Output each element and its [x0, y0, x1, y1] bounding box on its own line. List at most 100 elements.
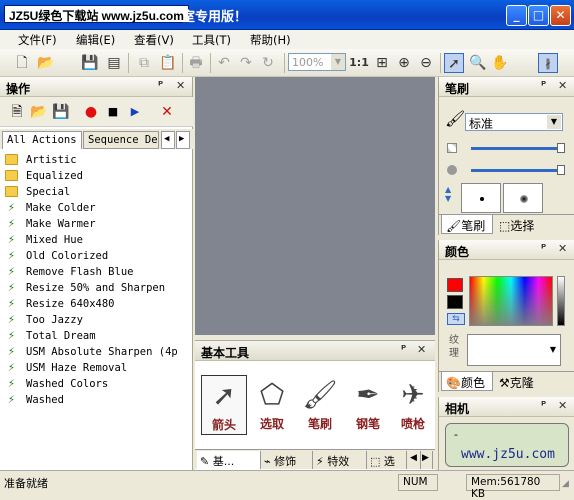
close-button[interactable]: ✕: [550, 5, 571, 26]
undo-icon[interactable]: ↶: [214, 53, 234, 73]
airbrush-icon: ✈: [401, 378, 425, 411]
save-action-icon[interactable]: 💾: [52, 103, 70, 121]
hand-icon[interactable]: ✋: [490, 53, 510, 73]
menu-help[interactable]: 帮助(H): [250, 32, 291, 48]
menu-view[interactable]: 查看(V): [134, 32, 174, 48]
pointer-icon[interactable]: ➚: [444, 53, 464, 73]
pin-icon[interactable]: ᴾ: [541, 399, 546, 412]
stop-icon[interactable]: ■: [104, 103, 122, 121]
resize-grip-icon[interactable]: ◢: [562, 479, 569, 489]
folder-icon: [5, 154, 18, 165]
zoom-in-icon[interactable]: ⊕: [394, 53, 414, 73]
tab-all-actions[interactable]: All Actions: [2, 131, 82, 149]
tab-sequence-details[interactable]: Sequence Det: [83, 131, 159, 149]
list-item[interactable]: ⚡ Resize 50% and Sharpen: [0, 280, 180, 296]
folder-icon: [5, 186, 18, 197]
toggle-panel-icon[interactable]: ∦: [538, 53, 558, 73]
close-icon[interactable]: ✕: [558, 242, 567, 255]
close-icon[interactable]: ✕: [176, 79, 185, 92]
new-action-icon[interactable]: 🗎: [8, 103, 26, 121]
delete-icon[interactable]: ✕: [158, 103, 176, 121]
list-item[interactable]: ⚡ Too Jazzy: [0, 312, 180, 328]
scan-icon[interactable]: ▤: [104, 53, 124, 73]
list-item[interactable]: ⚡ Resize 640x480: [0, 296, 180, 312]
tab-select[interactable]: ⬚选择: [495, 215, 547, 234]
tab-brush[interactable]: 🖌笔刷: [441, 215, 493, 234]
list-item[interactable]: Special: [0, 184, 180, 200]
tab-scroll-right-icon[interactable]: ▶: [421, 451, 433, 469]
list-item[interactable]: ⚡ Total Dream: [0, 328, 180, 344]
zoom-tool-icon[interactable]: 🔍: [468, 53, 488, 73]
tool-airbrush[interactable]: ✈ 喷枪: [391, 375, 435, 435]
list-item[interactable]: Artistic: [0, 152, 180, 168]
list-item[interactable]: ⚡ USM Haze Removal: [0, 360, 180, 376]
lightness-slider[interactable]: [557, 276, 565, 326]
brush-shape-small[interactable]: [461, 183, 501, 213]
paste-icon[interactable]: 📋: [158, 53, 178, 73]
tab-retouch[interactable]: ⌁ 修饰: [261, 451, 313, 469]
tab-select[interactable]: ⬚ 选: [367, 451, 407, 469]
canvas-area[interactable]: [195, 77, 435, 335]
list-item[interactable]: Equalized: [0, 168, 180, 184]
swap-colors-icon[interactable]: ⇆: [447, 313, 465, 325]
list-item[interactable]: ⚡ Make Warmer: [0, 216, 180, 232]
maximize-button[interactable]: □: [528, 5, 549, 26]
tool-brush[interactable]: 🖌 笔刷: [297, 375, 343, 435]
opacity-slider[interactable]: [471, 147, 563, 150]
menu-edit[interactable]: 编辑(E): [76, 32, 115, 48]
minimize-button[interactable]: _: [506, 5, 527, 26]
print-icon[interactable]: 🖶: [186, 53, 206, 73]
list-item[interactable]: ⚡ USM Absolute Sharpen (4p: [0, 344, 180, 360]
tab-clone[interactable]: ⚒克隆: [495, 372, 547, 391]
save-icon[interactable]: 💾: [80, 53, 100, 73]
tab-scroll-left-icon[interactable]: ◀: [409, 451, 421, 469]
tab-scroll-left-icon[interactable]: ◀: [161, 131, 175, 149]
close-icon[interactable]: ✕: [558, 79, 567, 92]
pin-icon[interactable]: ᴾ: [541, 79, 546, 92]
brush-shape-soft[interactable]: [503, 183, 543, 213]
softness-slider[interactable]: [471, 169, 563, 172]
texture-select[interactable]: ▼: [467, 334, 561, 366]
tool-arrow[interactable]: ➚ 箭头: [201, 375, 247, 435]
color-spectrum[interactable]: [469, 276, 553, 326]
pin-icon[interactable]: ᴾ: [541, 242, 546, 255]
foreground-color-swatch[interactable]: [447, 278, 463, 292]
list-item[interactable]: ⚡ Old Colorized: [0, 248, 180, 264]
tab-effects-label: 特效: [327, 455, 350, 468]
record-icon[interactable]: ●: [82, 103, 100, 121]
list-item[interactable]: ⚡ Mixed Hue: [0, 232, 180, 248]
menu-file[interactable]: 文件(F): [18, 32, 57, 48]
copy-icon[interactable]: ⧉: [134, 53, 154, 73]
fit-window-icon[interactable]: ⊞: [372, 53, 392, 73]
repeat-icon[interactable]: ↻: [258, 53, 278, 73]
tab-basic[interactable]: ✎ 基...: [197, 451, 261, 469]
size-stepper-icon[interactable]: ▲ ▼: [445, 185, 451, 203]
list-item[interactable]: ⚡ Washed Colors: [0, 376, 180, 392]
play-icon[interactable]: ▶: [126, 103, 144, 121]
pin-icon[interactable]: ᴾ: [401, 343, 406, 356]
close-icon[interactable]: ✕: [558, 399, 567, 412]
tab-scroll-right-icon[interactable]: ▶: [176, 131, 190, 149]
redo-icon[interactable]: ↷: [236, 53, 256, 73]
list-item[interactable]: ⚡ Make Colder: [0, 200, 180, 216]
background-color-swatch[interactable]: [447, 295, 463, 309]
brush-panel-header: 笔刷 ᴾ ✕: [439, 77, 574, 97]
menu-tools[interactable]: 工具(T): [192, 32, 231, 48]
open-action-icon[interactable]: 📂: [30, 103, 48, 121]
new-file-icon[interactable]: 🗋: [12, 53, 32, 73]
zoom-select[interactable]: 100% ▼: [288, 53, 346, 71]
softness-slider-thumb[interactable]: [557, 165, 565, 175]
tool-pen[interactable]: ✒ 钢笔: [345, 375, 391, 435]
close-icon[interactable]: ✕: [417, 343, 426, 356]
list-item[interactable]: ⚡ Washed: [0, 392, 180, 408]
tab-effects[interactable]: ⚡ 特效: [313, 451, 367, 469]
brush-preset-select[interactable]: 标准 ▼: [465, 113, 563, 131]
list-item[interactable]: ⚡ Remove Flash Blue: [0, 264, 180, 280]
opacity-slider-thumb[interactable]: [557, 143, 565, 153]
tool-lasso[interactable]: ⬠ 选取: [249, 375, 295, 435]
pin-icon[interactable]: ᴾ: [158, 79, 163, 92]
tab-color[interactable]: 🎨颜色: [441, 372, 493, 391]
zoom-out-icon[interactable]: ⊖: [416, 53, 436, 73]
open-folder-icon[interactable]: 📂: [36, 53, 56, 73]
actual-size-button[interactable]: 1:1: [349, 53, 369, 73]
